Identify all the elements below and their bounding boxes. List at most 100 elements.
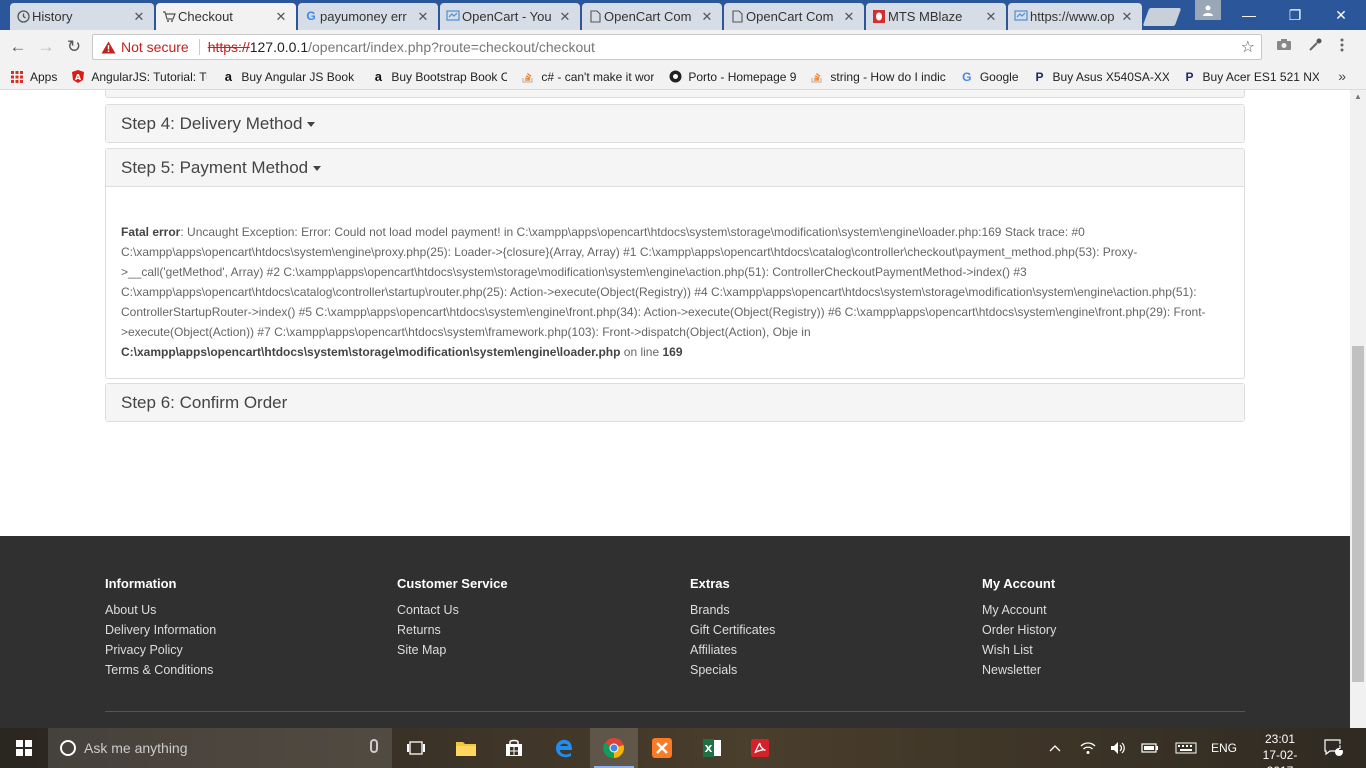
amazon-icon: a bbox=[374, 69, 382, 84]
tab-opencart-you[interactable]: OpenCart - You ✕ bbox=[440, 3, 580, 30]
warning-triangle-icon bbox=[100, 40, 116, 54]
footer-link-contact-us[interactable]: Contact Us bbox=[397, 600, 508, 620]
footer-link-order-history[interactable]: Order History bbox=[982, 620, 1056, 640]
back-arrow-icon[interactable]: ← bbox=[6, 36, 30, 58]
tab-payumoney[interactable]: G payumoney err ✕ bbox=[298, 3, 438, 30]
new-tab-button[interactable] bbox=[1142, 8, 1182, 26]
footer-link-gift-certificates[interactable]: Gift Certificates bbox=[690, 620, 775, 640]
xampp-icon[interactable] bbox=[638, 728, 686, 768]
bookmark-angularjs[interactable]: A AngularJS: Tutorial: Tu bbox=[71, 70, 207, 84]
bookmark-apps[interactable]: Apps bbox=[10, 70, 57, 84]
bookmark-angular-book[interactable]: a Buy Angular JS Book C bbox=[221, 69, 358, 84]
footer-heading: Customer Service bbox=[397, 576, 508, 591]
bookmark-porto[interactable]: Porto - Homepage 9 bbox=[668, 70, 796, 84]
footer-link-newsletter[interactable]: Newsletter bbox=[982, 660, 1056, 680]
camera-icon[interactable] bbox=[1276, 38, 1292, 55]
close-icon[interactable]: ✕ bbox=[416, 9, 430, 25]
step4-heading[interactable]: Step 4: Delivery Method bbox=[106, 105, 1244, 142]
bookmarks-overflow-chevron-icon[interactable]: » bbox=[1338, 68, 1346, 84]
restore-button[interactable]: ❐ bbox=[1272, 0, 1318, 30]
bookmark-string[interactable]: string - How do I indic bbox=[810, 70, 946, 84]
microphone-icon[interactable] bbox=[370, 739, 378, 753]
footer-link-specials[interactable]: Specials bbox=[690, 660, 775, 680]
bookmark-star-icon[interactable]: ☆ bbox=[1241, 37, 1255, 57]
close-icon[interactable]: ✕ bbox=[1120, 9, 1134, 25]
tab-title: OpenCart Com bbox=[604, 9, 692, 24]
step6-heading[interactable]: Step 6: Confirm Order bbox=[106, 384, 1244, 421]
close-icon[interactable]: ✕ bbox=[132, 9, 146, 25]
eyedropper-extension-icon[interactable] bbox=[1308, 38, 1322, 56]
edge-browser-icon[interactable] bbox=[540, 728, 588, 768]
close-icon[interactable]: ✕ bbox=[274, 9, 288, 25]
close-icon[interactable]: ✕ bbox=[558, 9, 572, 25]
close-window-button[interactable]: ✕ bbox=[1318, 0, 1364, 30]
reload-icon[interactable]: ↻ bbox=[62, 36, 86, 58]
address-bar[interactable]: Not secure https:// 127.0.0.1 /opencart/… bbox=[92, 34, 1262, 60]
scrollbar-thumb[interactable] bbox=[1352, 346, 1364, 682]
battery-icon[interactable] bbox=[1138, 728, 1162, 768]
url-scheme: https:// bbox=[207, 39, 250, 55]
footer-heading: Information bbox=[105, 576, 177, 591]
error-line-number: 169 bbox=[662, 345, 683, 359]
not-secure-label[interactable]: Not secure bbox=[121, 39, 189, 55]
footer-link-delivery-information[interactable]: Delivery Information bbox=[105, 620, 216, 640]
caret-down-icon bbox=[307, 122, 316, 127]
close-icon[interactable]: ✕ bbox=[700, 9, 714, 25]
address-divider bbox=[198, 39, 200, 55]
scroll-up-arrow-icon[interactable]: ▲ bbox=[1354, 92, 1362, 101]
tab-opencart-com-2[interactable]: OpenCart Com ✕ bbox=[724, 3, 864, 30]
bookmark-label: Apps bbox=[30, 69, 58, 84]
footer-link-returns[interactable]: Returns bbox=[397, 620, 508, 640]
bookmark-bootstrap-book[interactable]: a Buy Bootstrap Book C bbox=[371, 69, 508, 84]
bookmark-asus[interactable]: P Buy Asus X540SA-XX0 bbox=[1033, 70, 1169, 84]
chrome-browser-icon[interactable] bbox=[590, 728, 638, 768]
step6-title: Step 6: Confirm Order bbox=[121, 392, 288, 412]
footer-link-brands[interactable]: Brands bbox=[690, 600, 775, 620]
store-icon[interactable] bbox=[490, 728, 538, 768]
keyboard-icon[interactable] bbox=[1172, 728, 1200, 768]
menu-kebab-icon[interactable] bbox=[1340, 38, 1344, 56]
footer-link-affiliates[interactable]: Affiliates bbox=[690, 640, 775, 660]
close-icon[interactable]: ✕ bbox=[984, 9, 998, 25]
bookmark-csharp[interactable]: c# - can't make it wor bbox=[521, 70, 654, 84]
bookmark-google[interactable]: G Google bbox=[960, 70, 1018, 84]
tab-history[interactable]: History ✕ bbox=[10, 3, 154, 30]
footer-link-site-map[interactable]: Site Map bbox=[397, 640, 508, 660]
footer-link-wish-list[interactable]: Wish List bbox=[982, 640, 1056, 660]
action-center-icon[interactable]: 1 bbox=[1316, 728, 1352, 768]
footer-link-my-account[interactable]: My Account bbox=[982, 600, 1056, 620]
forward-arrow-icon[interactable]: → bbox=[34, 36, 58, 58]
task-view-icon[interactable] bbox=[392, 728, 440, 768]
acrobat-reader-icon[interactable] bbox=[736, 728, 784, 768]
system-clock[interactable]: 23:01 17-02-2017 bbox=[1255, 731, 1305, 768]
start-button[interactable] bbox=[0, 728, 48, 768]
document-icon bbox=[588, 9, 602, 23]
svg-text:X: X bbox=[705, 744, 713, 755]
footer-column-customer-service: Customer Service Contact Us Returns Site… bbox=[397, 576, 508, 660]
tab-checkout[interactable]: Checkout ✕ bbox=[156, 3, 296, 30]
volume-icon[interactable] bbox=[1106, 728, 1130, 768]
bookmark-label: Buy Angular JS Book C bbox=[241, 69, 358, 84]
excel-icon[interactable]: X bbox=[688, 728, 736, 768]
file-explorer-icon[interactable] bbox=[442, 728, 490, 768]
minimize-button[interactable]: — bbox=[1226, 0, 1272, 30]
close-icon[interactable]: ✕ bbox=[842, 9, 856, 25]
tab-opencart-com-1[interactable]: OpenCart Com ✕ bbox=[582, 3, 722, 30]
paytm-icon: P bbox=[1035, 69, 1044, 84]
tab-mts-mblaze[interactable]: MTS MBlaze ✕ bbox=[866, 3, 1006, 30]
tab-https-op[interactable]: https://www.op ✕ bbox=[1008, 3, 1142, 30]
footer-link-privacy-policy[interactable]: Privacy Policy bbox=[105, 640, 216, 660]
footer-link-about-us[interactable]: About Us bbox=[105, 600, 216, 620]
page-scrollbar[interactable]: ▲ bbox=[1350, 90, 1366, 728]
payment-error-body: Fatal error: Uncaught Exception: Error: … bbox=[106, 186, 1244, 378]
bookmark-acer[interactable]: P Buy Acer ES1 521 NX.G bbox=[1183, 70, 1319, 84]
show-hidden-icons-chevron-icon[interactable] bbox=[1044, 728, 1066, 768]
user-profile-icon[interactable] bbox=[1195, 0, 1221, 20]
step5-heading[interactable]: Step 5: Payment Method bbox=[106, 149, 1244, 186]
wifi-icon[interactable] bbox=[1076, 728, 1100, 768]
checkout-panel-step5: Step 5: Payment Method Fatal error: Unca… bbox=[105, 148, 1245, 379]
cortana-search-box[interactable]: Ask me anything bbox=[48, 728, 392, 768]
url-host: 127.0.0.1 bbox=[249, 39, 309, 55]
input-language-indicator[interactable]: ENG bbox=[1206, 728, 1242, 768]
footer-link-terms-conditions[interactable]: Terms & Conditions bbox=[105, 660, 216, 680]
